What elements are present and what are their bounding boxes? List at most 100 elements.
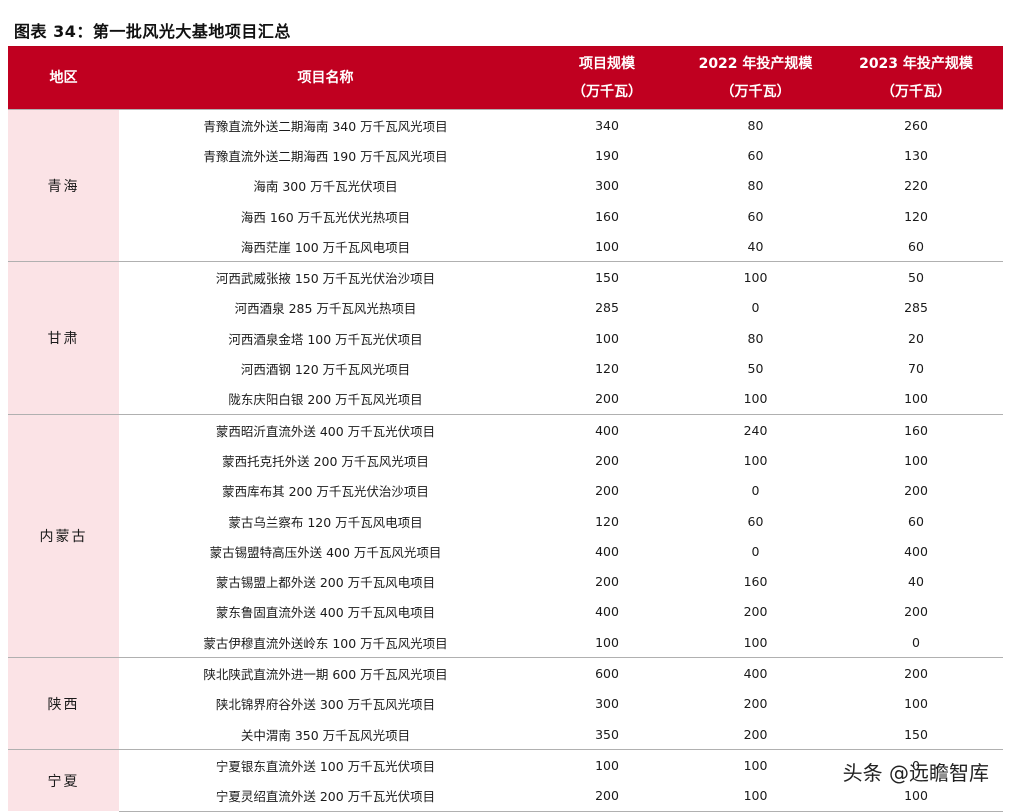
project-cell: 青豫直流外送二期海南 340 万千瓦风光项目 — [119, 109, 532, 141]
table-row: 蒙古伊穆直流外送岭东 100 万千瓦风光项目 100 100 0 — [8, 627, 1003, 658]
table-row: 蒙西库布其 200 万千瓦光伏治沙项目 200 0 200 — [8, 476, 1003, 506]
y2022-cell: 60 — [747, 208, 764, 224]
y2023-cell: 130 — [904, 147, 928, 163]
scale-cell: 100 — [595, 634, 619, 650]
table-row: 河西酒钢 120 万千瓦风光项目 120 50 70 — [8, 353, 1003, 383]
scale-cell: 160 — [595, 208, 619, 224]
table-row: 蒙古锡盟上都外送 200 万千瓦风电项目 200 160 40 — [8, 566, 1003, 596]
project-cell: 陇东庆阳白银 200 万千瓦风光项目 — [228, 392, 423, 408]
y2023-cell: 70 — [908, 361, 924, 377]
project-cell: 蒙东鲁固直流外送 400 万千瓦风电项目 — [215, 605, 436, 621]
region-cell: 宁夏 — [8, 749, 119, 812]
scale-cell: 400 — [532, 413, 682, 446]
project-cell: 海西茫崖 100 万千瓦风电项目 — [240, 239, 411, 255]
y2022-cell: 40 — [747, 238, 764, 254]
scale-cell: 400 — [595, 543, 619, 559]
y2023-cell: 100 — [904, 391, 928, 407]
table-row: 陕西 陕北陕武直流外进一期 600 万千瓦风光项目 600 400 200 — [8, 657, 1003, 750]
table-row: 蒙东鲁固直流外送 400 万千瓦风电项目 400 200 200 — [8, 597, 1003, 627]
table-row: 海南 300 万千瓦光伏项目 300 80 220 — [8, 171, 1003, 201]
table-body: 青海 青豫直流外送二期海南 340 万千瓦风光项目 340 80 260 青豫直流外送二期… — [8, 108, 1003, 812]
base-projects-table: 地区 项目名称 项目规模 （万千瓦） 2022 年投产规模 （万千瓦） 2023 年… — [8, 47, 1003, 812]
y2022-cell: 100 — [743, 634, 768, 650]
y2023-cell: 400 — [904, 543, 928, 559]
scale-cell: 340 — [532, 109, 682, 141]
y2023-cell: 100 — [904, 452, 928, 468]
table-row: 蒙古乌兰察布 120 万千瓦风电项目 120 60 60 — [8, 506, 1003, 536]
project-cell: 海南 300 万千瓦光伏项目 — [253, 179, 398, 195]
region-cell: 青海 — [8, 108, 119, 262]
y2023-cell: 150 — [904, 726, 928, 742]
region-cell: 内蒙古 — [8, 413, 119, 658]
project-cell: 蒙古锡盟特高压外送 400 万千瓦风光项目 — [209, 544, 442, 560]
header-region: 地区 — [8, 47, 119, 110]
y2022-cell: 60 — [747, 513, 764, 529]
y2023-cell: 200 — [904, 483, 928, 499]
table-row: 蒙古锡盟特高压外送 400 万千瓦风光项目 400 0 400 — [8, 536, 1003, 566]
scale-cell: 150 — [532, 261, 682, 293]
table-row: 河西酒泉金塔 100 万千瓦光伏项目 100 80 20 — [8, 323, 1003, 353]
project-cell: 蒙西库布其 200 万千瓦光伏治沙项目 — [222, 484, 429, 500]
region-cell: 甘肃 — [8, 261, 119, 415]
project-cell: 蒙古锡盟上都外送 200 万千瓦风电项目 — [215, 575, 436, 591]
table-row: 海西 160 万千瓦光伏光热项目 160 60 120 — [8, 201, 1003, 231]
table-row: 青海 青豫直流外送二期海南 340 万千瓦风光项目 340 80 260 — [8, 108, 1003, 262]
table-row: 陕北锦界府谷外送 300 万千瓦风光项目 300 200 100 — [8, 689, 1003, 719]
table-row: 蒙西托克托外送 200 万千瓦风光项目 200 100 100 — [8, 445, 1003, 475]
project-cell: 蒙古伊穆直流外送岭东 100 万千瓦风光项目 — [203, 635, 448, 651]
project-cell: 海西 160 万千瓦光伏光热项目 — [240, 209, 411, 225]
y2022-cell: 80 — [682, 109, 829, 141]
y2023-cell: 0 — [912, 634, 920, 650]
scale-cell: 200 — [532, 780, 682, 812]
table-row: 关中渭南 350 万千瓦风光项目 350 200 150 — [8, 719, 1003, 750]
scale-cell: 200 — [595, 452, 619, 468]
project-cell: 河西酒泉金塔 100 万千瓦光伏项目 — [228, 331, 423, 347]
y2022-cell: 50 — [747, 361, 764, 377]
y2023-cell: 100 — [904, 696, 928, 712]
project-cell: 河西酒钢 120 万千瓦风光项目 — [240, 362, 411, 378]
table-row: 青豫直流外送二期海西 190 万千瓦风光项目 190 60 130 — [8, 140, 1003, 170]
y2022-cell: 0 — [751, 300, 760, 316]
figure-title: 图表 34：第一批风光大基地项目汇总 — [14, 22, 291, 41]
y2022-cell: 80 — [747, 330, 764, 346]
y2022-cell: 240 — [682, 413, 829, 446]
table-row: 甘肃 河西武威张掖 150 万千瓦光伏治沙项目 150 100 50 — [8, 261, 1003, 415]
y2022-cell: 80 — [747, 178, 764, 194]
project-cell: 蒙古乌兰察布 120 万千瓦风电项目 — [228, 514, 423, 530]
y2022-cell: 100 — [682, 261, 829, 293]
table-header: 地区 项目名称 项目规模 （万千瓦） 2022 年投产规模 （万千瓦） 2023 年… — [8, 47, 1003, 110]
project-cell: 蒙西昭沂直流外送 400 万千瓦光伏项目 — [119, 413, 532, 446]
scale-cell: 285 — [595, 300, 619, 316]
scale-cell: 200 — [595, 574, 619, 590]
y2022-cell: 400 — [682, 657, 829, 689]
scale-cell: 200 — [595, 483, 619, 499]
y2023-cell: 120 — [904, 208, 928, 224]
scale-cell: 400 — [595, 604, 619, 620]
scale-cell: 300 — [595, 178, 619, 194]
project-cell: 河西酒泉 285 万千瓦风光热项目 — [234, 301, 417, 317]
project-cell: 青豫直流外送二期海西 190 万千瓦风光项目 — [203, 148, 448, 164]
y2022-cell: 60 — [747, 147, 764, 163]
y2022-cell: 0 — [751, 483, 760, 499]
project-cell: 陕北锦界府谷外送 300 万千瓦风光项目 — [215, 697, 436, 713]
y2023-cell: 60 — [908, 513, 924, 529]
y2023-cell: 60 — [908, 238, 924, 254]
header-project: 项目名称 — [119, 47, 532, 110]
title-bar: 图表 34：第一批风光大基地项目汇总 — [8, 0, 1003, 47]
y2022-cell: 200 — [743, 604, 768, 620]
table-row: 河西酒泉 285 万千瓦风光热项目 285 0 285 — [8, 293, 1003, 323]
scale-cell: 100 — [532, 749, 682, 781]
project-cell: 河西武威张掖 150 万千瓦光伏治沙项目 — [119, 261, 532, 293]
y2023-cell: 200 — [904, 604, 928, 620]
scale-cell: 120 — [595, 513, 619, 529]
project-cell: 蒙西托克托外送 200 万千瓦风光项目 — [222, 453, 429, 469]
table-row: 陇东庆阳白银 200 万千瓦风光项目 200 100 100 — [8, 384, 1003, 415]
project-cell: 宁夏银东直流外送 100 万千瓦光伏项目 — [119, 749, 532, 781]
scale-cell: 350 — [595, 726, 619, 742]
header-scale: 项目规模 （万千瓦） — [532, 47, 682, 110]
scale-cell: 200 — [595, 391, 619, 407]
y2022-cell: 200 — [743, 696, 768, 712]
scale-cell: 100 — [595, 238, 619, 254]
y2022-cell: 100 — [682, 749, 829, 781]
project-cell: 宁夏灵绍直流外送 200 万千瓦光伏项目 — [119, 780, 532, 812]
